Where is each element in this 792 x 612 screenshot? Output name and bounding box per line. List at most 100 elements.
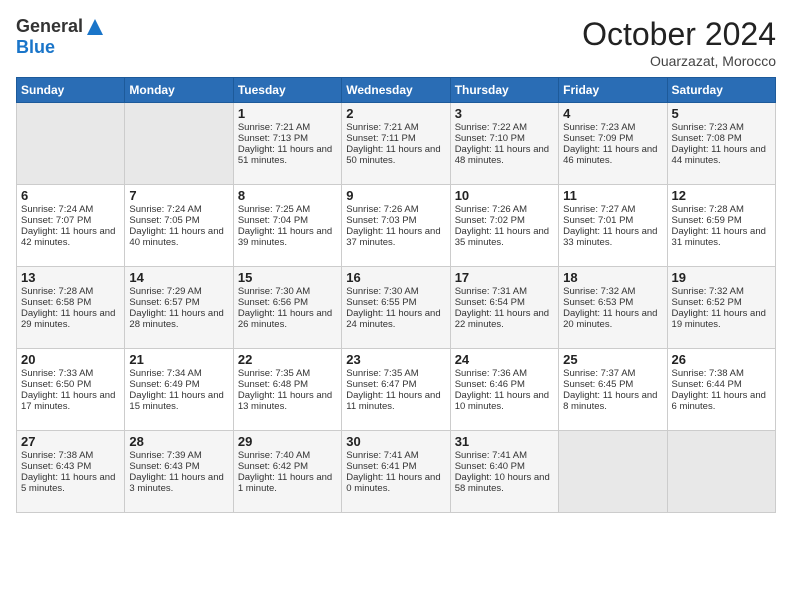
calendar-cell: 11Sunrise: 7:27 AMSunset: 7:01 PMDayligh… xyxy=(559,185,667,267)
sunset: Sunset: 6:58 PM xyxy=(21,297,91,308)
sunset: Sunset: 6:48 PM xyxy=(238,379,308,390)
sunset: Sunset: 7:11 PM xyxy=(346,133,416,144)
weekday-header: Monday xyxy=(125,78,233,103)
sunset: Sunset: 7:10 PM xyxy=(455,133,525,144)
calendar-week-row: 20Sunrise: 7:33 AMSunset: 6:50 PMDayligh… xyxy=(17,349,776,431)
calendar-cell: 6Sunrise: 7:24 AMSunset: 7:07 PMDaylight… xyxy=(17,185,125,267)
day-number: 23 xyxy=(346,352,445,367)
calendar-cell: 23Sunrise: 7:35 AMSunset: 6:47 PMDayligh… xyxy=(342,349,450,431)
day-number: 18 xyxy=(563,270,662,285)
sunset: Sunset: 7:05 PM xyxy=(129,215,199,226)
day-number: 30 xyxy=(346,434,445,449)
calendar-cell: 15Sunrise: 7:30 AMSunset: 6:56 PMDayligh… xyxy=(233,267,341,349)
sunrise: Sunrise: 7:33 AM xyxy=(21,368,93,379)
sunset: Sunset: 6:41 PM xyxy=(346,461,416,472)
sunset: Sunset: 6:42 PM xyxy=(238,461,308,472)
calendar-cell: 10Sunrise: 7:26 AMSunset: 7:02 PMDayligh… xyxy=(450,185,558,267)
day-number: 4 xyxy=(563,106,662,121)
sunset: Sunset: 6:44 PM xyxy=(672,379,742,390)
sunrise: Sunrise: 7:28 AM xyxy=(672,204,744,215)
sunrise: Sunrise: 7:34 AM xyxy=(129,368,201,379)
day-number: 1 xyxy=(238,106,337,121)
calendar-cell: 18Sunrise: 7:32 AMSunset: 6:53 PMDayligh… xyxy=(559,267,667,349)
daylight: Daylight: 11 hours and 22 minutes. xyxy=(455,308,549,330)
calendar-cell: 3Sunrise: 7:22 AMSunset: 7:10 PMDaylight… xyxy=(450,103,558,185)
daylight: Daylight: 11 hours and 17 minutes. xyxy=(21,390,115,412)
calendar-cell: 2Sunrise: 7:21 AMSunset: 7:11 PMDaylight… xyxy=(342,103,450,185)
day-number: 31 xyxy=(455,434,554,449)
sunrise: Sunrise: 7:29 AM xyxy=(129,286,201,297)
day-number: 29 xyxy=(238,434,337,449)
daylight: Daylight: 11 hours and 13 minutes. xyxy=(238,390,332,412)
weekday-header: Saturday xyxy=(667,78,775,103)
calendar-cell: 19Sunrise: 7:32 AMSunset: 6:52 PMDayligh… xyxy=(667,267,775,349)
sunset: Sunset: 6:52 PM xyxy=(672,297,742,308)
day-number: 8 xyxy=(238,188,337,203)
sunset: Sunset: 6:46 PM xyxy=(455,379,525,390)
day-number: 6 xyxy=(21,188,120,203)
day-number: 9 xyxy=(346,188,445,203)
day-number: 19 xyxy=(672,270,771,285)
daylight: Daylight: 11 hours and 44 minutes. xyxy=(672,144,766,166)
sunrise: Sunrise: 7:37 AM xyxy=(563,368,635,379)
day-number: 20 xyxy=(21,352,120,367)
calendar-week-row: 6Sunrise: 7:24 AMSunset: 7:07 PMDaylight… xyxy=(17,185,776,267)
calendar-table: SundayMondayTuesdayWednesdayThursdayFrid… xyxy=(16,77,776,513)
sunrise: Sunrise: 7:22 AM xyxy=(455,122,527,133)
calendar-cell: 4Sunrise: 7:23 AMSunset: 7:09 PMDaylight… xyxy=(559,103,667,185)
sunrise: Sunrise: 7:30 AM xyxy=(346,286,418,297)
sunrise: Sunrise: 7:41 AM xyxy=(346,450,418,461)
sunrise: Sunrise: 7:26 AM xyxy=(455,204,527,215)
weekday-header: Sunday xyxy=(17,78,125,103)
sunset: Sunset: 7:08 PM xyxy=(672,133,742,144)
sunrise: Sunrise: 7:32 AM xyxy=(563,286,635,297)
calendar-cell: 17Sunrise: 7:31 AMSunset: 6:54 PMDayligh… xyxy=(450,267,558,349)
day-number: 17 xyxy=(455,270,554,285)
sunrise: Sunrise: 7:24 AM xyxy=(21,204,93,215)
calendar-cell: 20Sunrise: 7:33 AMSunset: 6:50 PMDayligh… xyxy=(17,349,125,431)
sunset: Sunset: 6:45 PM xyxy=(563,379,633,390)
daylight: Daylight: 11 hours and 48 minutes. xyxy=(455,144,549,166)
logo-blue-text: Blue xyxy=(16,37,55,58)
daylight: Daylight: 11 hours and 37 minutes. xyxy=(346,226,440,248)
logo-general-text: General xyxy=(16,16,83,37)
calendar-cell xyxy=(559,431,667,513)
calendar-cell: 7Sunrise: 7:24 AMSunset: 7:05 PMDaylight… xyxy=(125,185,233,267)
day-number: 12 xyxy=(672,188,771,203)
daylight: Daylight: 11 hours and 29 minutes. xyxy=(21,308,115,330)
daylight: Daylight: 11 hours and 35 minutes. xyxy=(455,226,549,248)
daylight: Daylight: 11 hours and 28 minutes. xyxy=(129,308,223,330)
daylight: Daylight: 11 hours and 39 minutes. xyxy=(238,226,332,248)
sunrise: Sunrise: 7:35 AM xyxy=(346,368,418,379)
sunrise: Sunrise: 7:27 AM xyxy=(563,204,635,215)
calendar-cell: 5Sunrise: 7:23 AMSunset: 7:08 PMDaylight… xyxy=(667,103,775,185)
calendar-cell: 27Sunrise: 7:38 AMSunset: 6:43 PMDayligh… xyxy=(17,431,125,513)
calendar-cell: 9Sunrise: 7:26 AMSunset: 7:03 PMDaylight… xyxy=(342,185,450,267)
weekday-header: Thursday xyxy=(450,78,558,103)
header: General Blue October 2024 Ouarzazat, Mor… xyxy=(16,16,776,69)
calendar-cell: 26Sunrise: 7:38 AMSunset: 6:44 PMDayligh… xyxy=(667,349,775,431)
day-number: 27 xyxy=(21,434,120,449)
calendar-cell: 22Sunrise: 7:35 AMSunset: 6:48 PMDayligh… xyxy=(233,349,341,431)
month-title: October 2024 xyxy=(582,16,776,53)
day-number: 15 xyxy=(238,270,337,285)
daylight: Daylight: 11 hours and 51 minutes. xyxy=(238,144,332,166)
sunset: Sunset: 7:01 PM xyxy=(563,215,633,226)
calendar-cell xyxy=(667,431,775,513)
day-number: 28 xyxy=(129,434,228,449)
calendar-cell xyxy=(17,103,125,185)
logo-icon xyxy=(85,17,105,37)
calendar-cell: 30Sunrise: 7:41 AMSunset: 6:41 PMDayligh… xyxy=(342,431,450,513)
day-number: 25 xyxy=(563,352,662,367)
sunrise: Sunrise: 7:30 AM xyxy=(238,286,310,297)
weekday-header: Tuesday xyxy=(233,78,341,103)
sunset: Sunset: 7:07 PM xyxy=(21,215,91,226)
sunset: Sunset: 6:43 PM xyxy=(21,461,91,472)
daylight: Daylight: 11 hours and 42 minutes. xyxy=(21,226,115,248)
daylight: Daylight: 11 hours and 6 minutes. xyxy=(672,390,766,412)
daylight: Daylight: 11 hours and 8 minutes. xyxy=(563,390,657,412)
day-number: 10 xyxy=(455,188,554,203)
calendar-cell: 14Sunrise: 7:29 AMSunset: 6:57 PMDayligh… xyxy=(125,267,233,349)
sunrise: Sunrise: 7:26 AM xyxy=(346,204,418,215)
daylight: Daylight: 11 hours and 3 minutes. xyxy=(129,472,223,494)
